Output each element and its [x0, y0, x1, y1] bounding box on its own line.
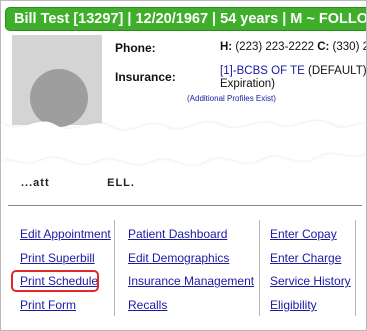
patient-header-bar: Bill Test [13297] | 12/20/1967 | 54 year… — [5, 7, 367, 31]
insurance-management-link[interactable]: Insurance Management — [128, 274, 254, 288]
insurance-label: Insurance: — [115, 70, 176, 84]
insurance-link[interactable]: [1]-BCBS OF TE — [220, 65, 305, 77]
column-separator — [355, 220, 356, 316]
recalls-link[interactable]: Recalls — [128, 298, 167, 312]
column-separator — [259, 220, 260, 316]
patient-header-title: Bill Test [13297] | 12/20/1967 | 54 year… — [14, 11, 367, 27]
print-form-link[interactable]: Print Form — [20, 298, 76, 312]
column-separator — [114, 220, 115, 316]
edit-appointment-link[interactable]: Edit Appointment — [20, 227, 111, 241]
cell-phone: (330) 2 — [332, 41, 367, 53]
cell-phone-prefix: C: — [317, 41, 330, 53]
section-divider — [8, 205, 362, 206]
enter-charge-link[interactable]: Enter Charge — [270, 251, 341, 265]
print-superbill-link[interactable]: Print Superbill — [20, 251, 95, 265]
insurance-default-flag: (DEFAULT) — [307, 65, 367, 77]
cut-off-text-mid: ELL. — [99, 177, 135, 189]
edit-demographics-link[interactable]: Edit Demographics — [128, 251, 229, 265]
avatar — [12, 35, 102, 127]
additional-profiles-link[interactable]: (Additional Profiles Exist) — [187, 94, 276, 103]
patient-summary-panel: Bill Test [13297] | 12/20/1967 | 54 year… — [0, 0, 367, 331]
enter-copay-link[interactable]: Enter Copay — [270, 227, 337, 241]
cut-off-text-left: ...att — [21, 177, 50, 189]
print-schedule-highlight — [11, 270, 99, 292]
insurance-value: [1]-BCBS OF TE (DEFAULT) — [220, 65, 367, 77]
phone-values: H: (223) 223-2222 C: (330) 2 — [220, 41, 367, 53]
service-history-link[interactable]: Service History — [270, 274, 351, 288]
phone-label: Phone: — [115, 41, 156, 55]
eligibility-link[interactable]: Eligibility — [270, 298, 317, 312]
home-phone: (223) 223-2222 — [235, 41, 314, 53]
patient-dashboard-link[interactable]: Patient Dashboard — [128, 227, 227, 241]
torn-page-divider — [1, 121, 366, 165]
home-phone-prefix: H: — [220, 41, 233, 53]
insurance-expiration: Expiration) — [220, 78, 275, 90]
